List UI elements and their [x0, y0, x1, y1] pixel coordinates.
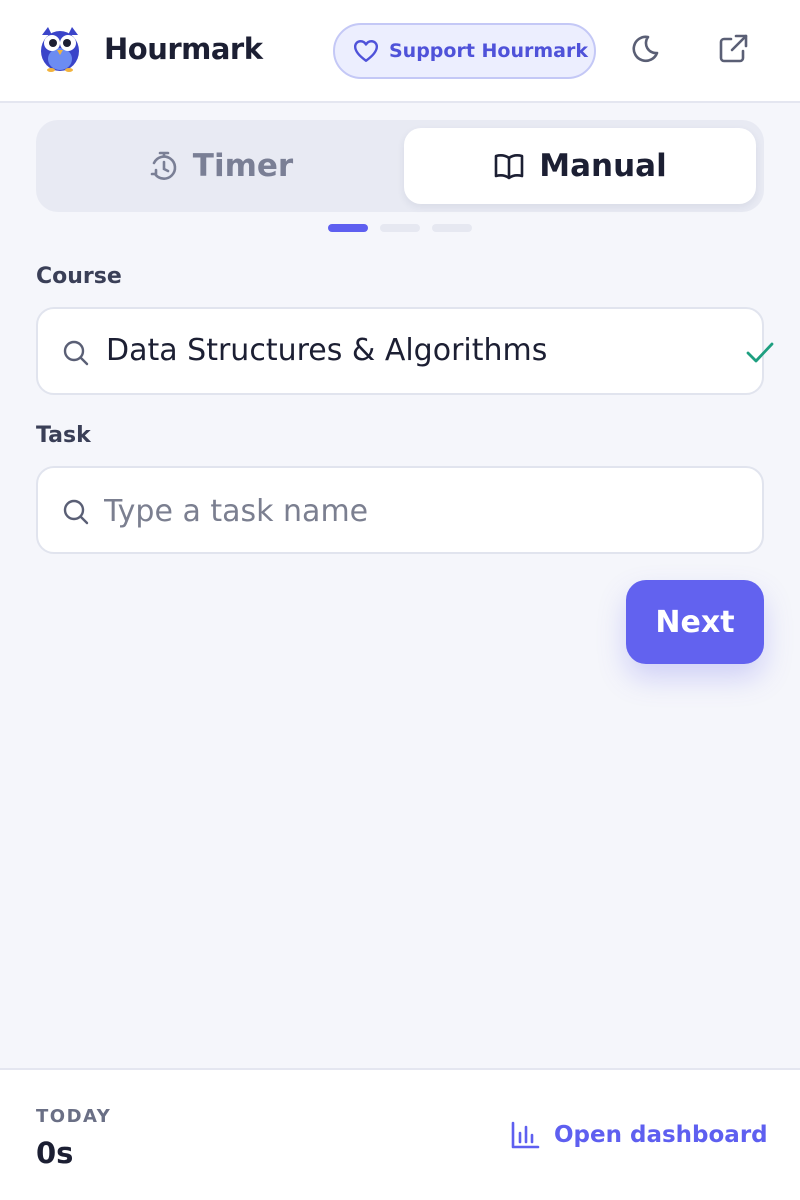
tab-timer[interactable]: Timer: [44, 128, 398, 204]
heart-icon: [353, 40, 379, 62]
tab-manual[interactable]: Manual: [404, 128, 756, 204]
task-label: Task: [36, 423, 91, 448]
timer-icon: [150, 151, 177, 180]
today-label: TODAY: [36, 1106, 112, 1127]
tab-timer-label: Timer: [192, 148, 294, 184]
moon-icon[interactable]: [628, 32, 662, 66]
course-value: Data Structures & Algorithms: [106, 333, 548, 368]
check-icon: [746, 342, 774, 363]
open-dashboard-label: Open dashboard: [554, 1122, 768, 1148]
support-label: Support Hourmark: [389, 40, 589, 62]
task-input[interactable]: [104, 486, 724, 536]
search-icon: [63, 499, 89, 525]
step-indicator: [328, 224, 478, 232]
course-field[interactable]: Data Structures & Algorithms: [36, 307, 774, 395]
open-dashboard-link[interactable]: Open dashboard: [510, 1120, 768, 1150]
footer: TODAY 0s Open dashboard: [0, 1068, 800, 1200]
book-open-icon: [494, 154, 524, 180]
search-icon: [63, 340, 89, 366]
app: Hourmark Support Hourmark Timer Manual C…: [0, 0, 800, 1200]
next-button[interactable]: Next: [626, 580, 764, 664]
external-link-icon[interactable]: [716, 32, 750, 66]
step-dot: [432, 224, 472, 232]
today-value: 0s: [36, 1136, 74, 1170]
owl-logo-icon: [41, 27, 79, 72]
mode-switch: Timer Manual: [36, 120, 764, 212]
bar-chart-icon: [511, 1121, 540, 1149]
step-dot-active: [328, 224, 368, 232]
course-label: Course: [36, 264, 122, 289]
header: Hourmark Support Hourmark: [0, 0, 800, 103]
tab-manual-label: Manual: [539, 148, 667, 184]
support-button[interactable]: Support Hourmark: [333, 23, 596, 79]
task-field[interactable]: [36, 466, 764, 554]
brand-name: Hourmark: [104, 32, 263, 66]
step-dot: [380, 224, 420, 232]
